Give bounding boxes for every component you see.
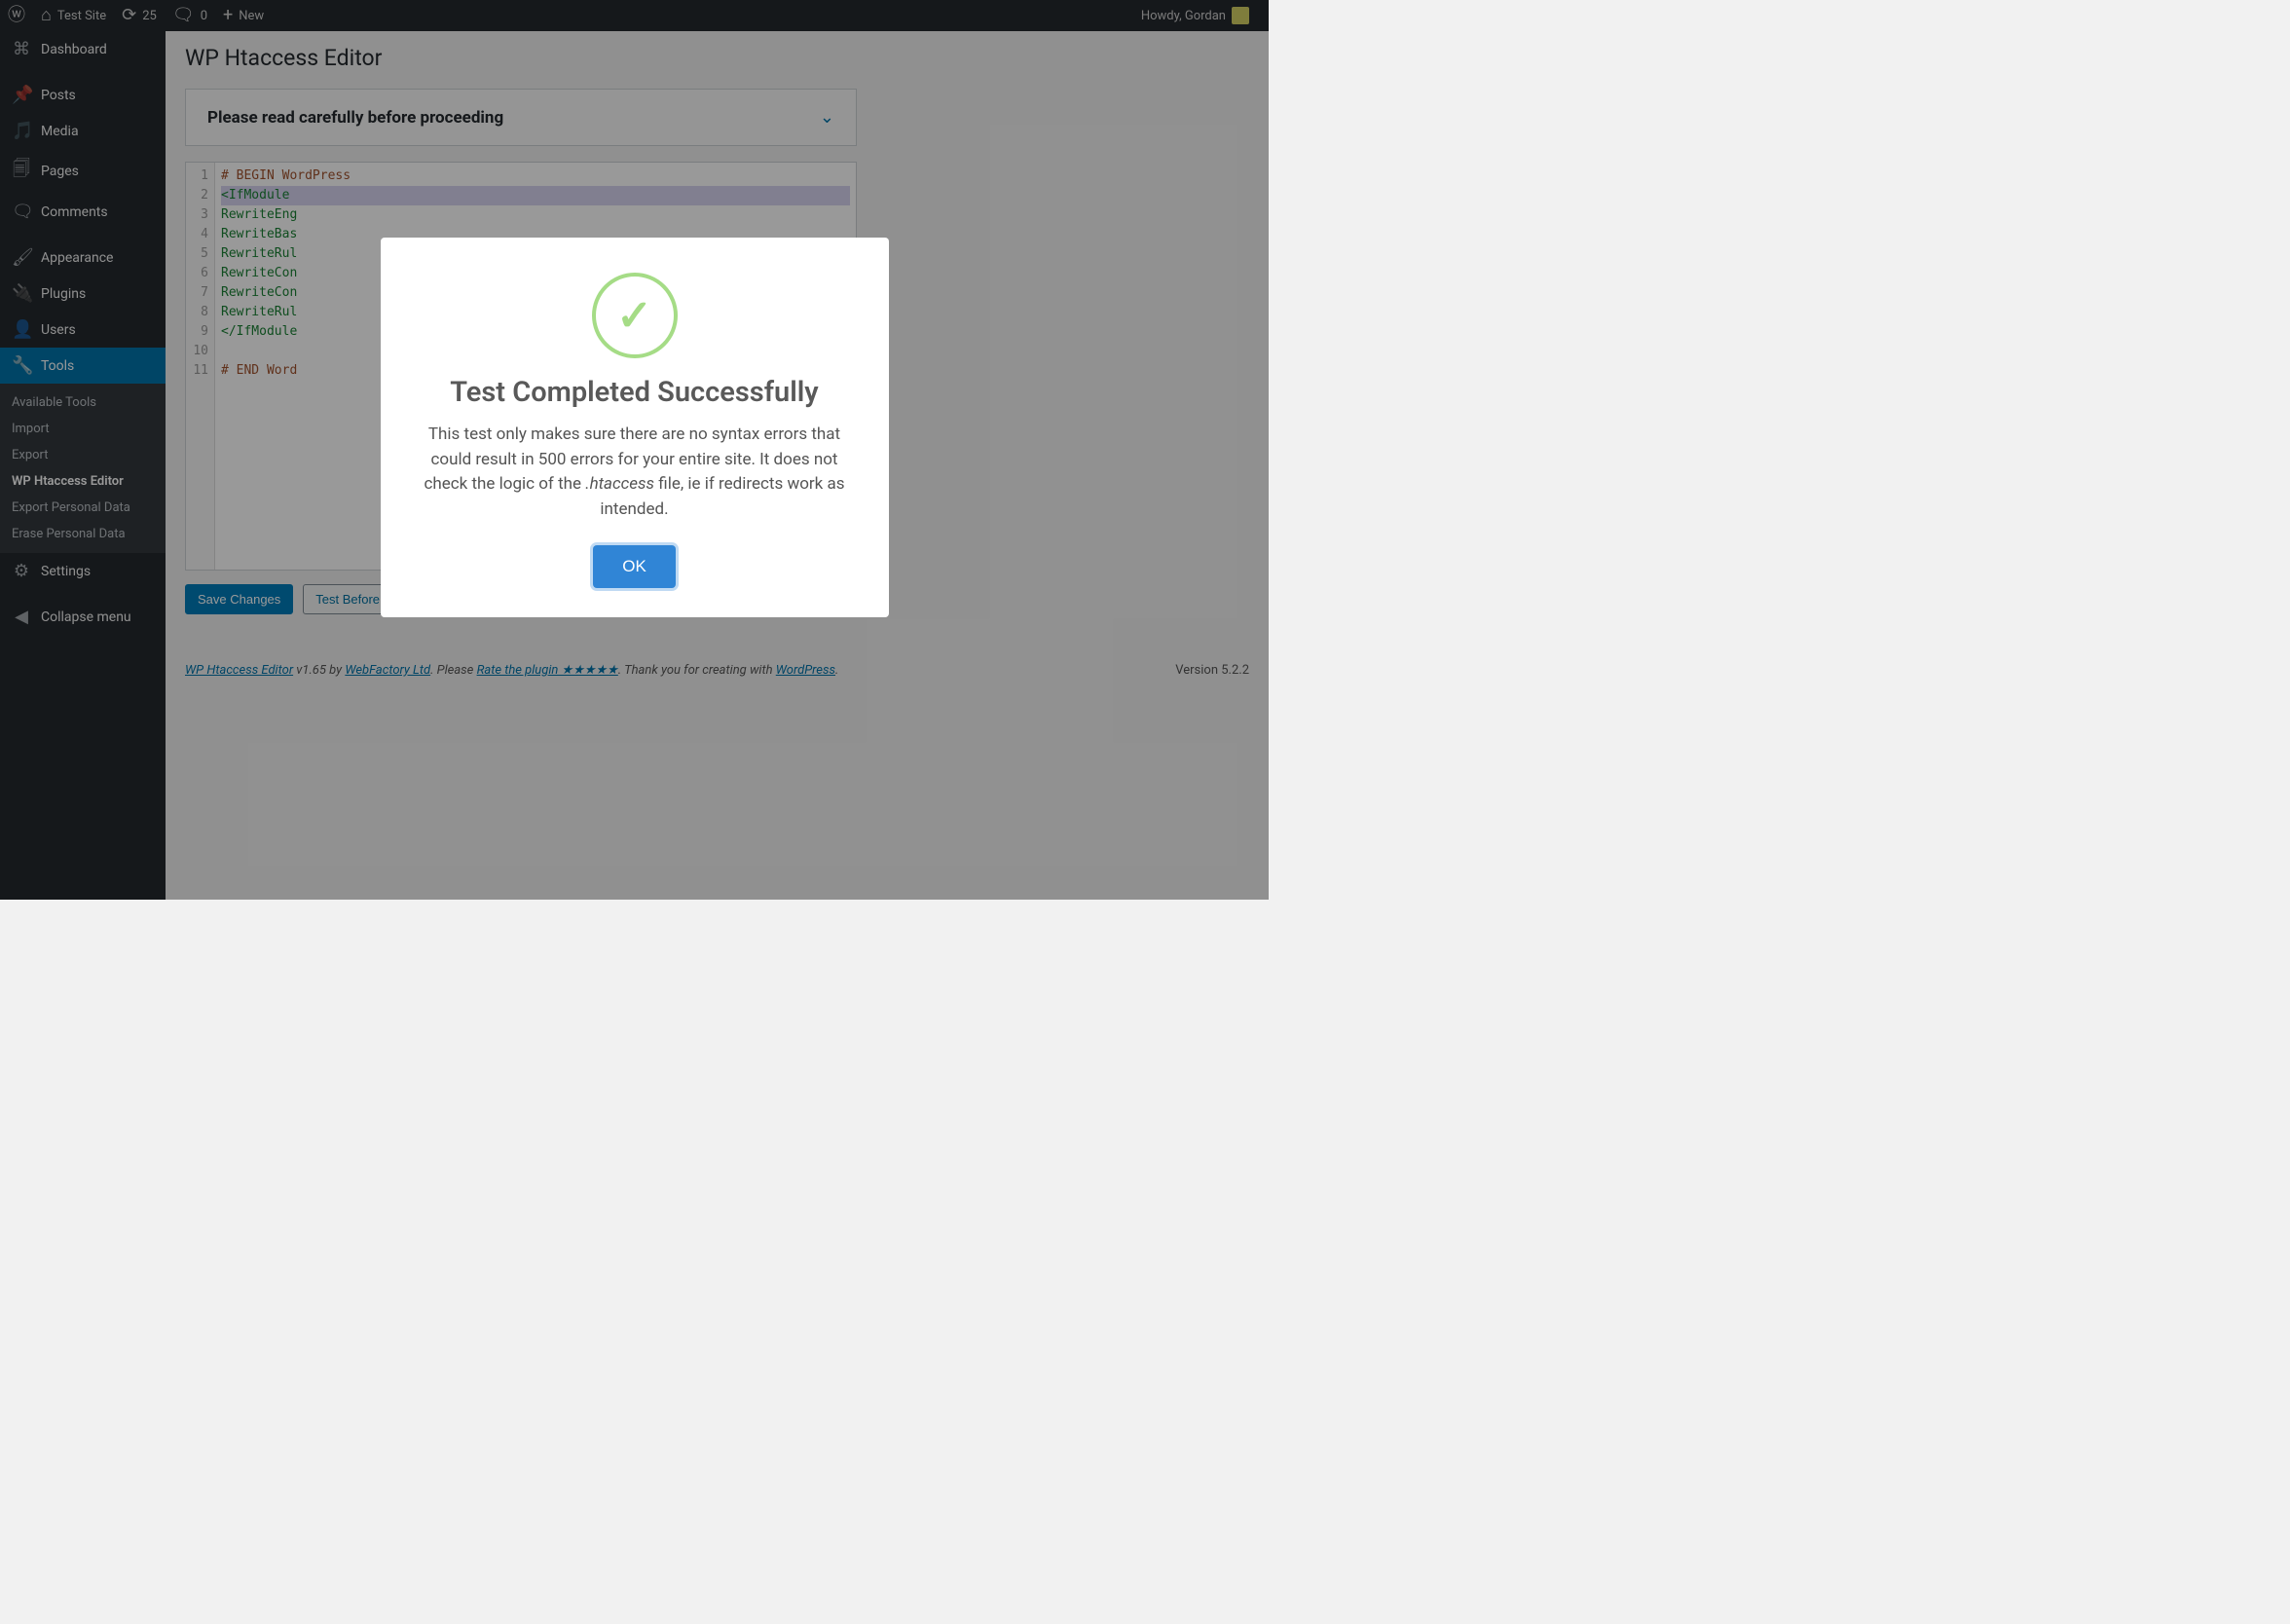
checkmark-icon: ✓	[616, 290, 652, 341]
modal-text: This test only makes sure there are no s…	[410, 423, 860, 522]
modal-title: Test Completed Successfully	[410, 376, 860, 409]
success-modal: ✓ Test Completed Successfully This test …	[381, 238, 889, 617]
ok-button[interactable]: OK	[593, 545, 676, 588]
success-icon: ✓	[592, 273, 678, 358]
modal-overlay[interactable]: ✓ Test Completed Successfully This test …	[0, 0, 1269, 900]
